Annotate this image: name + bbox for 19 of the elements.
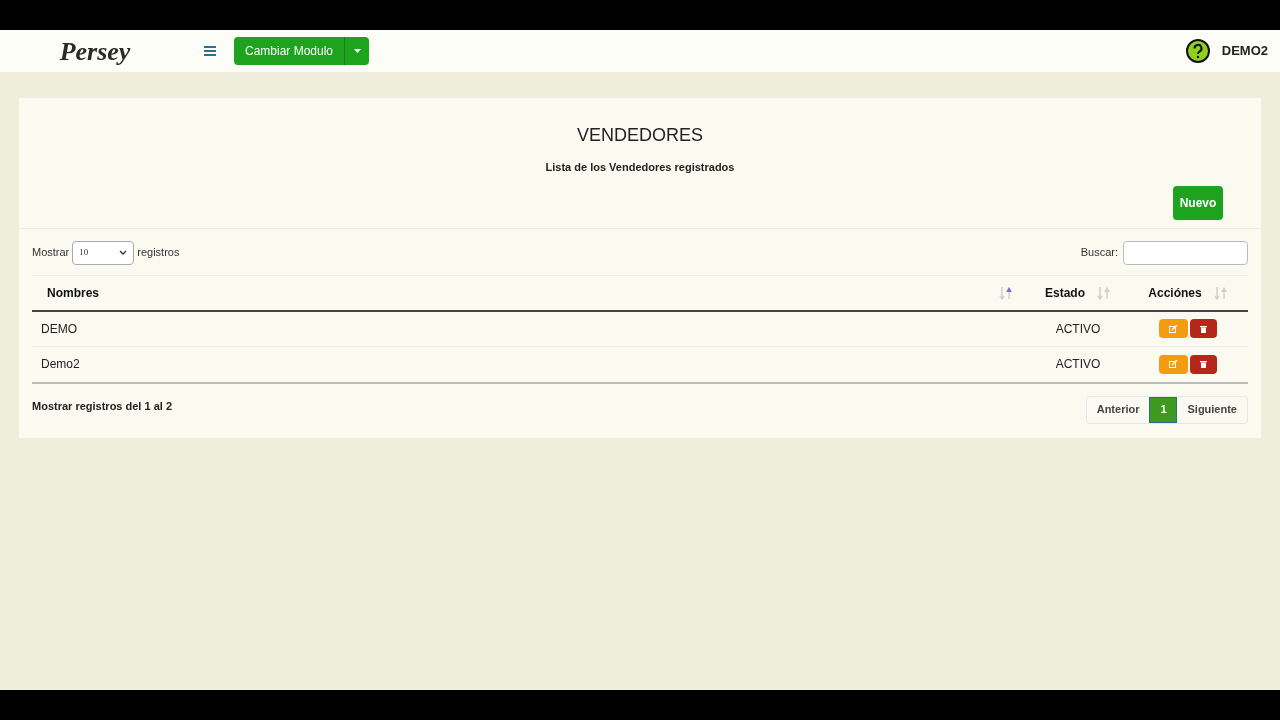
page-subtitle: Lista de los Vendedores registrados: [545, 160, 735, 175]
table-cell-text: DEMO: [40, 320, 78, 338]
table-cell-text: ACTIVO: [1054, 320, 1102, 338]
column-header[interactable]: Acciónes: [1148, 283, 1202, 302]
logo[interactable]: Persey: [59, 31, 131, 71]
column-header[interactable]: Estado: [1045, 283, 1085, 302]
records-label: registros: [137, 245, 180, 261]
user-name[interactable]: DEMO2: [1221, 41, 1268, 61]
table-cell-text: ACTIVO: [1054, 356, 1102, 373]
search-label: Buscar:: [1080, 245, 1118, 261]
column-header[interactable]: Nombres: [47, 283, 987, 302]
page-title: VENDEDORES: [577, 124, 703, 147]
records-info: Mostrar registros del 1 al 2: [32, 398, 172, 414]
show-label: Mostrar: [32, 245, 70, 261]
page-size-select[interactable]: 10: [72, 240, 135, 265]
previous-button[interactable]: Anterior: [1086, 396, 1150, 423]
page-button[interactable]: 1: [1149, 396, 1178, 423]
next-button[interactable]: Siguiente: [1177, 396, 1247, 423]
table-cell-text: Demo2: [40, 356, 81, 373]
